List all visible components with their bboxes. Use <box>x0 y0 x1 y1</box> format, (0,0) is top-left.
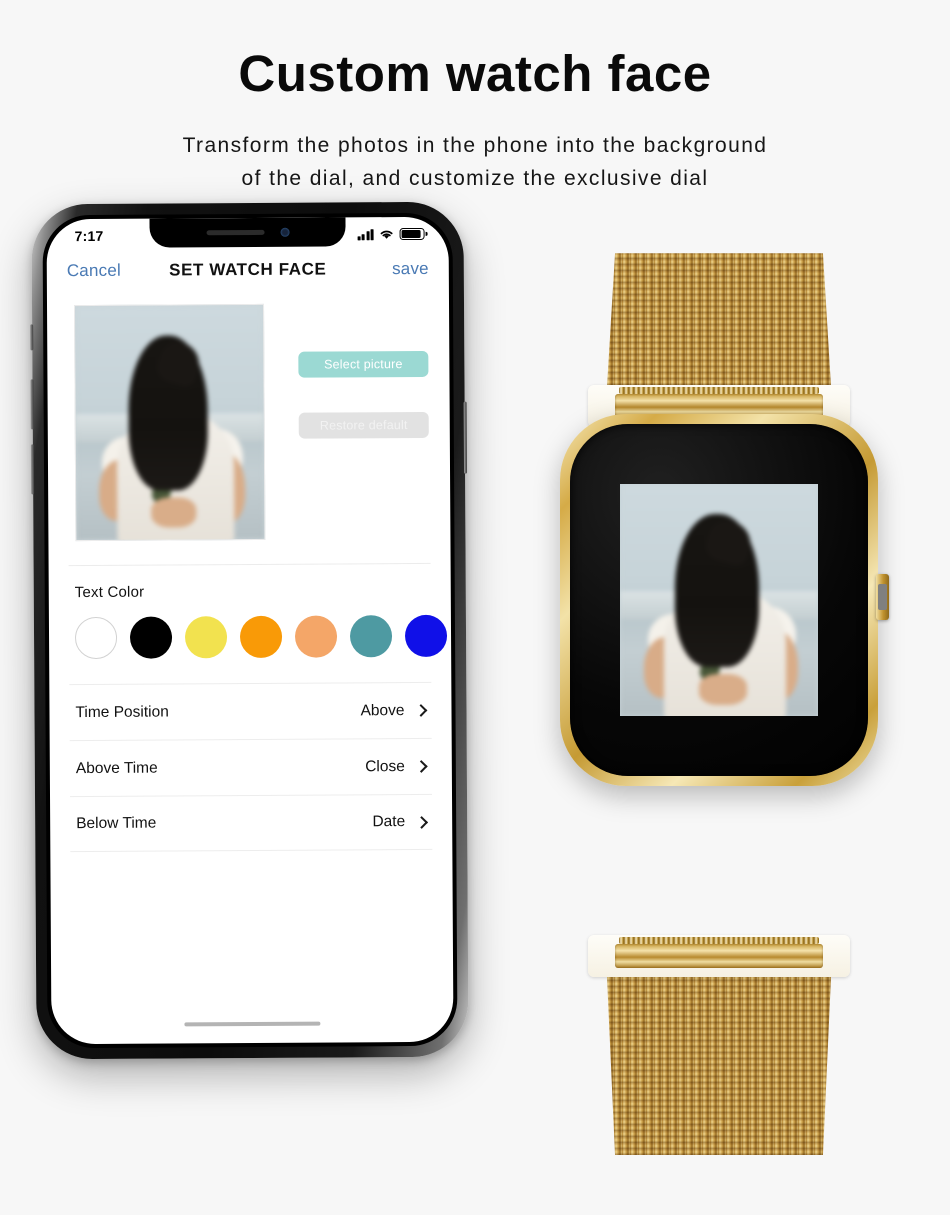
subtitle-line-1: Transform the photos in the phone into t… <box>182 134 768 158</box>
status-bar-indicators <box>357 225 425 241</box>
row-label: Above Time <box>75 759 158 777</box>
watch-case <box>560 414 889 787</box>
color-swatch-black[interactable] <box>129 616 173 659</box>
color-swatch-white[interactable] <box>74 617 118 660</box>
signal-bars-icon <box>357 228 374 241</box>
smartwatch-device <box>524 195 914 1156</box>
watch-lug-teeth <box>619 937 819 945</box>
chevron-right-icon <box>415 815 429 829</box>
photo-preview[interactable] <box>74 304 266 542</box>
page-subtitle: Transform the photos in the phone into t… <box>0 130 950 195</box>
row-right: Date <box>372 813 429 831</box>
text-color-label: Text Color <box>74 583 145 602</box>
product-stage: 7:17 Cancel SET WATCH FACE save Select p… <box>0 195 950 1156</box>
phone-bezel: 7:17 Cancel SET WATCH FACE save Select p… <box>42 212 458 1049</box>
editor-actions: Select picture Restore default <box>264 303 450 540</box>
chevron-right-icon <box>414 760 428 774</box>
subtitle-line-2: of the dial, and customize the exclusive… <box>241 166 709 190</box>
color-swatch-orange[interactable] <box>239 615 283 659</box>
wifi-icon <box>380 230 393 239</box>
watch-face-image <box>620 484 818 717</box>
status-bar-time: 7:17 <box>74 228 104 245</box>
status-bar: 7:17 <box>46 217 448 250</box>
editor-row: Select picture Restore default <box>47 289 451 542</box>
phone-screen: 7:17 Cancel SET WATCH FACE save Select p… <box>46 216 454 1045</box>
cancel-button[interactable]: Cancel <box>67 260 121 280</box>
watch-lug-teeth <box>619 387 819 395</box>
color-swatch-blue[interactable] <box>404 614 448 658</box>
phone-volume-down-button[interactable] <box>30 444 35 495</box>
save-button[interactable]: save <box>392 259 429 279</box>
row-above-time[interactable]: Above Time Close <box>69 738 433 797</box>
row-label: Time Position <box>75 703 169 721</box>
row-value: Date <box>372 813 406 831</box>
settings-list: Time Position Above Above Time Close Bel… <box>49 682 452 853</box>
row-right: Above <box>360 701 428 720</box>
phone-mute-switch[interactable] <box>30 324 34 351</box>
phone-volume-up-button[interactable] <box>30 379 34 430</box>
row-below-time[interactable]: Below Time Date <box>70 794 433 853</box>
color-swatch-teal[interactable] <box>349 615 393 658</box>
watch-band-bottom <box>606 955 832 1156</box>
row-time-position[interactable]: Time Position Above <box>69 682 432 741</box>
color-swatch-peach[interactable] <box>294 615 338 658</box>
watch-lug-bottom <box>588 935 850 978</box>
restore-default-button[interactable]: Restore default <box>298 412 429 439</box>
select-picture-button[interactable]: Select picture <box>298 351 429 378</box>
page-title: Custom watch face <box>238 45 712 102</box>
row-value: Above <box>360 701 405 720</box>
watch-band-top <box>606 253 832 404</box>
row-right: Close <box>365 757 428 776</box>
watch-lug-bar <box>615 944 823 969</box>
photo-preview-image <box>75 305 265 542</box>
watch-side-button[interactable] <box>876 574 889 621</box>
text-color-swatches <box>49 599 451 660</box>
color-swatch-yellow[interactable] <box>184 616 228 659</box>
row-label: Below Time <box>76 814 157 833</box>
app-title: SET WATCH FACE <box>169 259 327 280</box>
app-nav-bar: Cancel SET WATCH FACE save <box>47 248 449 291</box>
watch-bezel <box>570 424 868 777</box>
battery-icon <box>399 228 425 241</box>
phone-power-button[interactable] <box>463 401 468 474</box>
watch-screen[interactable] <box>620 484 818 717</box>
phone-device: 7:17 Cancel SET WATCH FACE save Select p… <box>30 201 469 1060</box>
row-value: Close <box>365 757 405 775</box>
page-header: Custom watch face Transform the photos i… <box>0 0 950 195</box>
chevron-right-icon <box>414 704 428 718</box>
home-indicator[interactable] <box>184 1021 321 1027</box>
